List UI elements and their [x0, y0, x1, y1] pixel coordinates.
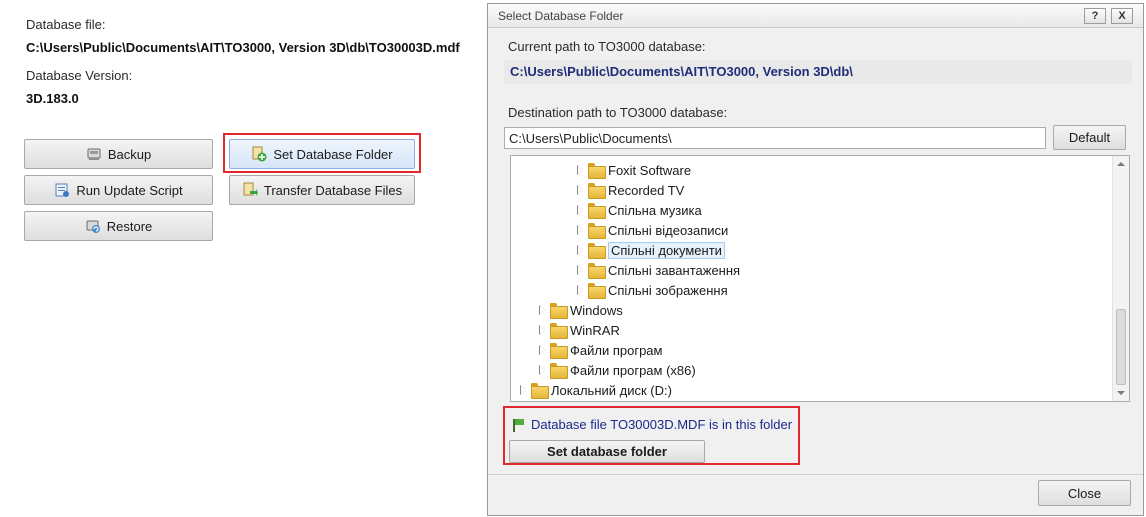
expand-icon[interactable] — [538, 325, 546, 335]
folder-icon — [588, 263, 606, 279]
set-database-folder-dialog-label: Set database folder — [547, 444, 667, 459]
tree-scrollbar[interactable] — [1112, 156, 1129, 401]
folder-icon — [588, 283, 606, 299]
tree-item[interactable]: Спільні зображення — [576, 281, 728, 299]
tree-item[interactable]: Файли програм — [538, 341, 662, 359]
database-version-value: 3D.183.0 — [26, 91, 79, 106]
scroll-down-icon[interactable] — [1117, 391, 1125, 395]
help-icon[interactable]: ? — [1084, 8, 1106, 24]
expand-icon[interactable] — [576, 265, 584, 275]
tree-item[interactable]: Спільні відеозаписи — [576, 221, 728, 239]
scroll-up-icon[interactable] — [1117, 162, 1125, 166]
transfer-icon — [242, 182, 258, 198]
tree-item-selected[interactable]: Спільні документи — [576, 241, 725, 259]
folder-icon — [588, 223, 606, 239]
restore-icon — [85, 218, 101, 234]
expand-icon[interactable] — [576, 285, 584, 295]
folder-icon — [588, 163, 606, 179]
tree-item-label: Windows — [570, 302, 623, 318]
expand-icon[interactable] — [576, 205, 584, 215]
dialog-titlebar: Select Database Folder ? X — [488, 4, 1143, 28]
close-label: Close — [1067, 485, 1102, 501]
folder-icon — [550, 363, 568, 379]
expand-icon[interactable] — [576, 165, 584, 175]
tree-item-label: Спільні зображення — [608, 282, 728, 298]
tree-item-label: Спільна музика — [608, 202, 702, 218]
expand-icon[interactable] — [538, 345, 546, 355]
expand-icon[interactable] — [519, 385, 527, 395]
backup-icon — [86, 146, 102, 162]
tree-item[interactable]: Recorded TV — [576, 181, 684, 199]
backup-label: Backup — [107, 146, 152, 162]
tree-item-label: Спільні завантаження — [608, 262, 741, 278]
folder-icon — [588, 183, 606, 199]
expand-icon[interactable] — [538, 365, 546, 375]
dialog-title: Select Database Folder — [498, 9, 624, 23]
highlight-box — [223, 133, 421, 173]
script-icon — [54, 182, 70, 198]
current-path-box: C:\Users\Public\Documents\AIT\TO3000, Ve… — [504, 60, 1132, 84]
expand-icon[interactable] — [576, 185, 584, 195]
run-update-script-label: Run Update Script — [76, 182, 183, 198]
tree-item-label: Recorded TV — [608, 182, 685, 198]
folder-tree[interactable]: Foxit Software Recorded TV Спільна музик… — [510, 155, 1130, 402]
default-label: Default — [1068, 130, 1111, 145]
folder-icon — [550, 323, 568, 339]
status-message: Database file TO30003D.MDF is in this fo… — [531, 417, 793, 432]
expand-icon[interactable] — [538, 305, 546, 315]
expand-icon[interactable] — [576, 225, 584, 235]
tree-item-label: Спільні документи — [608, 241, 725, 259]
tree-item[interactable]: Спільні завантаження — [576, 261, 740, 279]
tree-item-label: Foxit Software — [608, 162, 692, 178]
close-button[interactable]: Close — [1038, 480, 1131, 506]
destination-path-label: Destination path to TO3000 database: — [508, 105, 728, 120]
close-icon[interactable]: X — [1111, 8, 1133, 24]
folder-icon — [588, 203, 606, 219]
tree-item-label: WinRAR — [570, 322, 620, 338]
tree-item-label: Локальний диск (D:) — [551, 382, 672, 398]
transfer-database-files-label: Transfer Database Files — [263, 182, 403, 198]
tree-item[interactable]: Файли програм (x86) — [538, 361, 696, 379]
flag-icon — [511, 418, 525, 432]
transfer-database-files-button[interactable]: Transfer Database Files — [229, 175, 415, 205]
folder-icon — [550, 343, 568, 359]
tree-item[interactable]: Windows — [538, 301, 623, 319]
tree-item-label: Спільні відеозаписи — [608, 222, 729, 238]
set-database-folder-dialog-button[interactable]: Set database folder — [509, 440, 705, 463]
current-path-label: Current path to TO3000 database: — [508, 39, 706, 54]
folder-icon — [588, 243, 606, 259]
destination-path-input[interactable]: C:\Users\Public\Documents\ — [504, 127, 1046, 149]
folder-icon — [550, 303, 568, 319]
database-file-label: Database file: — [26, 17, 106, 32]
folder-icon — [531, 383, 549, 399]
scrollbar-thumb[interactable] — [1116, 309, 1126, 385]
tree-item[interactable]: Foxit Software — [576, 161, 691, 179]
status-row: Database file TO30003D.MDF is in this fo… — [511, 417, 792, 432]
expand-icon[interactable] — [576, 245, 584, 255]
restore-button[interactable]: Restore — [24, 211, 213, 241]
database-file-value: C:\Users\Public\Documents\AIT\TO3000, Ve… — [26, 40, 460, 55]
tree-item[interactable]: WinRAR — [538, 321, 620, 339]
database-version-label: Database Version: — [26, 68, 133, 83]
run-update-script-button[interactable]: Run Update Script — [24, 175, 213, 205]
tree-item-label: Файли програм — [570, 342, 663, 358]
restore-label: Restore — [106, 218, 153, 234]
tree-item[interactable]: Локальний диск (D:) — [519, 381, 672, 399]
tree-item-label: Файли програм (x86) — [570, 362, 696, 378]
select-database-folder-dialog: Select Database Folder ? X Current path … — [487, 3, 1144, 516]
tree-item[interactable]: Спільна музика — [576, 201, 702, 219]
dialog-footer-divider — [488, 474, 1143, 475]
current-path-value: C:\Users\Public\Documents\AIT\TO3000, Ve… — [510, 64, 853, 79]
backup-button[interactable]: Backup — [24, 139, 213, 169]
default-button[interactable]: Default — [1053, 125, 1126, 150]
